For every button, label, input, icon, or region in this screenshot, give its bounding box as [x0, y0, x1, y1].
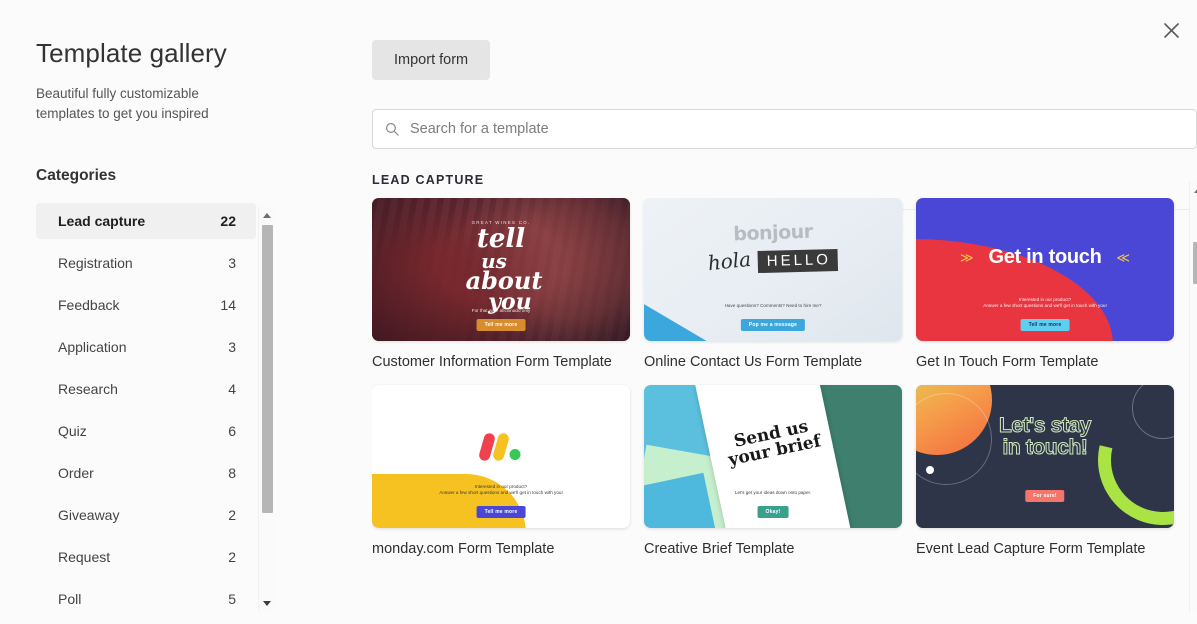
- section-label-lead-capture: LEAD CAPTURE: [372, 173, 485, 187]
- categories-heading: Categories: [36, 167, 117, 185]
- template-card[interactable]: GREAT WINES CO. tell us about you For th…: [372, 198, 630, 371]
- sidebar-item-count: 2: [228, 507, 236, 524]
- templates-grid: GREAT WINES CO. tell us about you For th…: [372, 198, 1197, 558]
- thumb-cta-button[interactable]: Tell me more: [476, 319, 526, 331]
- sidebar-item-feedback[interactable]: Feedback 14: [36, 287, 256, 323]
- sidebar-item-label: Order: [58, 465, 94, 482]
- close-icon[interactable]: [1157, 16, 1185, 44]
- template-title: Creative Brief Template: [644, 541, 795, 557]
- sidebar-item-label: Quiz: [58, 423, 87, 440]
- sidebar-item-label: Application: [58, 339, 127, 356]
- thumb-cta-button[interactable]: Tell me more: [1020, 319, 1070, 331]
- thumb-cta-button[interactable]: Okay!: [757, 506, 789, 518]
- template-card[interactable]: Interested in our product? Answer a few …: [372, 385, 630, 558]
- main-panel: Import form LEAD CAPTURE GREAT WINES CO.…: [336, 0, 1197, 624]
- thumb-word-hello: HELLO: [757, 248, 839, 274]
- templates-scroll-area: GREAT WINES CO. tell us about you For th…: [372, 198, 1197, 618]
- white-dot-shape: [926, 466, 934, 474]
- template-title: Online Contact Us Form Template: [644, 354, 863, 370]
- sidebar-item-registration[interactable]: Registration 3: [36, 245, 256, 281]
- monday-logo-icon: [477, 429, 521, 462]
- scroll-up-arrow-icon[interactable]: [259, 207, 275, 223]
- sidebar-item-quiz[interactable]: Quiz 6: [36, 413, 256, 449]
- template-title: Get In Touch Form Template: [916, 354, 1099, 370]
- sidebar-item-label: Research: [58, 381, 118, 398]
- sidebar-item-count: 6: [228, 423, 236, 440]
- sparkle-icon: ≫: [960, 250, 974, 265]
- thumb-cta-button[interactable]: For sure!: [1025, 490, 1065, 502]
- sidebar-item-request[interactable]: Request 2: [36, 539, 256, 575]
- search-icon: [385, 122, 399, 136]
- sidebar-item-count: 4: [228, 381, 236, 398]
- sidebar-item-order[interactable]: Order 8: [36, 455, 256, 491]
- thumb-headline: tell us about you: [460, 226, 543, 313]
- thumb-headline: Let's stay in touch!: [998, 414, 1092, 459]
- thumb-subtext: Let's get your ideas down onto paper.: [734, 490, 812, 495]
- sidebar-item-label: Lead capture: [58, 213, 146, 230]
- template-thumbnail[interactable]: bonjour hola HELLO Have questions? Comme…: [644, 198, 902, 341]
- sidebar-item-count: 22: [220, 213, 236, 230]
- sidebar-item-count: 8: [228, 465, 236, 482]
- template-card[interactable]: bonjour hola HELLO Have questions? Comme…: [644, 198, 902, 371]
- sidebar-item-label: Poll: [58, 591, 82, 608]
- search-box[interactable]: [372, 109, 1197, 149]
- sidebar-item-label: Registration: [58, 255, 133, 272]
- sidebar-item-label: Giveaway: [58, 507, 120, 524]
- categories-section: Lead capture 22 Registration 3 Feedback 14 App…: [0, 203, 336, 612]
- thumb-subtext: Interested in our product? Answer a few …: [439, 484, 563, 495]
- sidebar-item-research[interactable]: Research 4: [36, 371, 256, 407]
- sidebar-item-label: Feedback: [58, 297, 120, 314]
- sidebar-scrollbar[interactable]: [258, 207, 275, 612]
- sidebar-item-label: Request: [58, 549, 111, 566]
- search-input[interactable]: [410, 121, 1184, 137]
- sidebar-item-count: 14: [220, 297, 236, 314]
- thumb-subtext: For that wine aficionado only: [471, 308, 531, 313]
- sidebar-item-lead-capture[interactable]: Lead capture 22: [36, 203, 256, 240]
- page-title: Template gallery: [36, 38, 227, 68]
- template-thumbnail[interactable]: Interested in our product? Answer a few …: [372, 385, 630, 528]
- main-scroll-up-arrow-icon[interactable]: [1190, 182, 1197, 198]
- thumb-word-bonjour: bonjour: [733, 220, 813, 246]
- template-card[interactable]: Send us your brief Let's get your ideas …: [644, 385, 902, 558]
- template-thumbnail[interactable]: ≫ ≪ Get in touch Interested in our produ…: [916, 198, 1174, 341]
- scroll-down-arrow-icon[interactable]: [259, 595, 275, 611]
- sidebar-item-count: 3: [228, 339, 236, 356]
- sidebar-item-count: 5: [228, 591, 236, 608]
- sidebar: Template gallery Beautiful fully customi…: [0, 0, 336, 624]
- categories-list: Lead capture 22 Registration 3 Feedback 14 App…: [0, 203, 256, 607]
- template-thumbnail[interactable]: GREAT WINES CO. tell us about you For th…: [372, 198, 630, 341]
- template-thumbnail[interactable]: Send us your brief Let's get your ideas …: [644, 385, 902, 528]
- sidebar-scrollbar-thumb[interactable]: [262, 225, 273, 514]
- template-thumbnail[interactable]: Let's stay in touch! For sure!: [916, 385, 1174, 528]
- sidebar-item-giveaway[interactable]: Giveaway 2: [36, 497, 256, 533]
- thumb-cta-button[interactable]: Tell me more: [476, 506, 526, 518]
- template-title: Event Lead Capture Form Template: [916, 541, 1146, 557]
- page-subtitle: Beautiful fully customizable templates t…: [36, 86, 209, 122]
- template-title: Customer Information Form Template: [372, 354, 612, 370]
- sparkle-icon: ≪: [1116, 250, 1130, 265]
- main-scrollbar[interactable]: [1189, 182, 1197, 612]
- sidebar-item-count: 2: [228, 549, 236, 566]
- import-form-button[interactable]: Import form: [372, 40, 491, 80]
- template-card[interactable]: Let's stay in touch! For sure! Event Lead…: [916, 385, 1174, 558]
- thumb-subtext: Have questions? Comments? Need to hire m…: [724, 303, 822, 308]
- thumb-word-row: hola HELLO: [706, 246, 839, 276]
- sidebar-item-count: 3: [228, 255, 236, 272]
- thumb-word-hola: hola: [706, 246, 753, 276]
- sidebar-item-application[interactable]: Application 3: [36, 329, 256, 365]
- template-title: monday.com Form Template: [372, 541, 555, 557]
- thumb-subtext: Interested in our product? Answer a few …: [983, 297, 1107, 308]
- thumb-headline: Get in touch: [988, 246, 1102, 268]
- template-gallery-dialog: Template gallery Beautiful fully customi…: [0, 0, 1197, 624]
- template-card[interactable]: ≫ ≪ Get in touch Interested in our produ…: [916, 198, 1174, 371]
- sidebar-item-poll[interactable]: Poll 5: [36, 581, 256, 607]
- thumb-cta-button[interactable]: Pop me a message: [740, 319, 806, 331]
- main-scrollbar-thumb[interactable]: [1193, 242, 1197, 284]
